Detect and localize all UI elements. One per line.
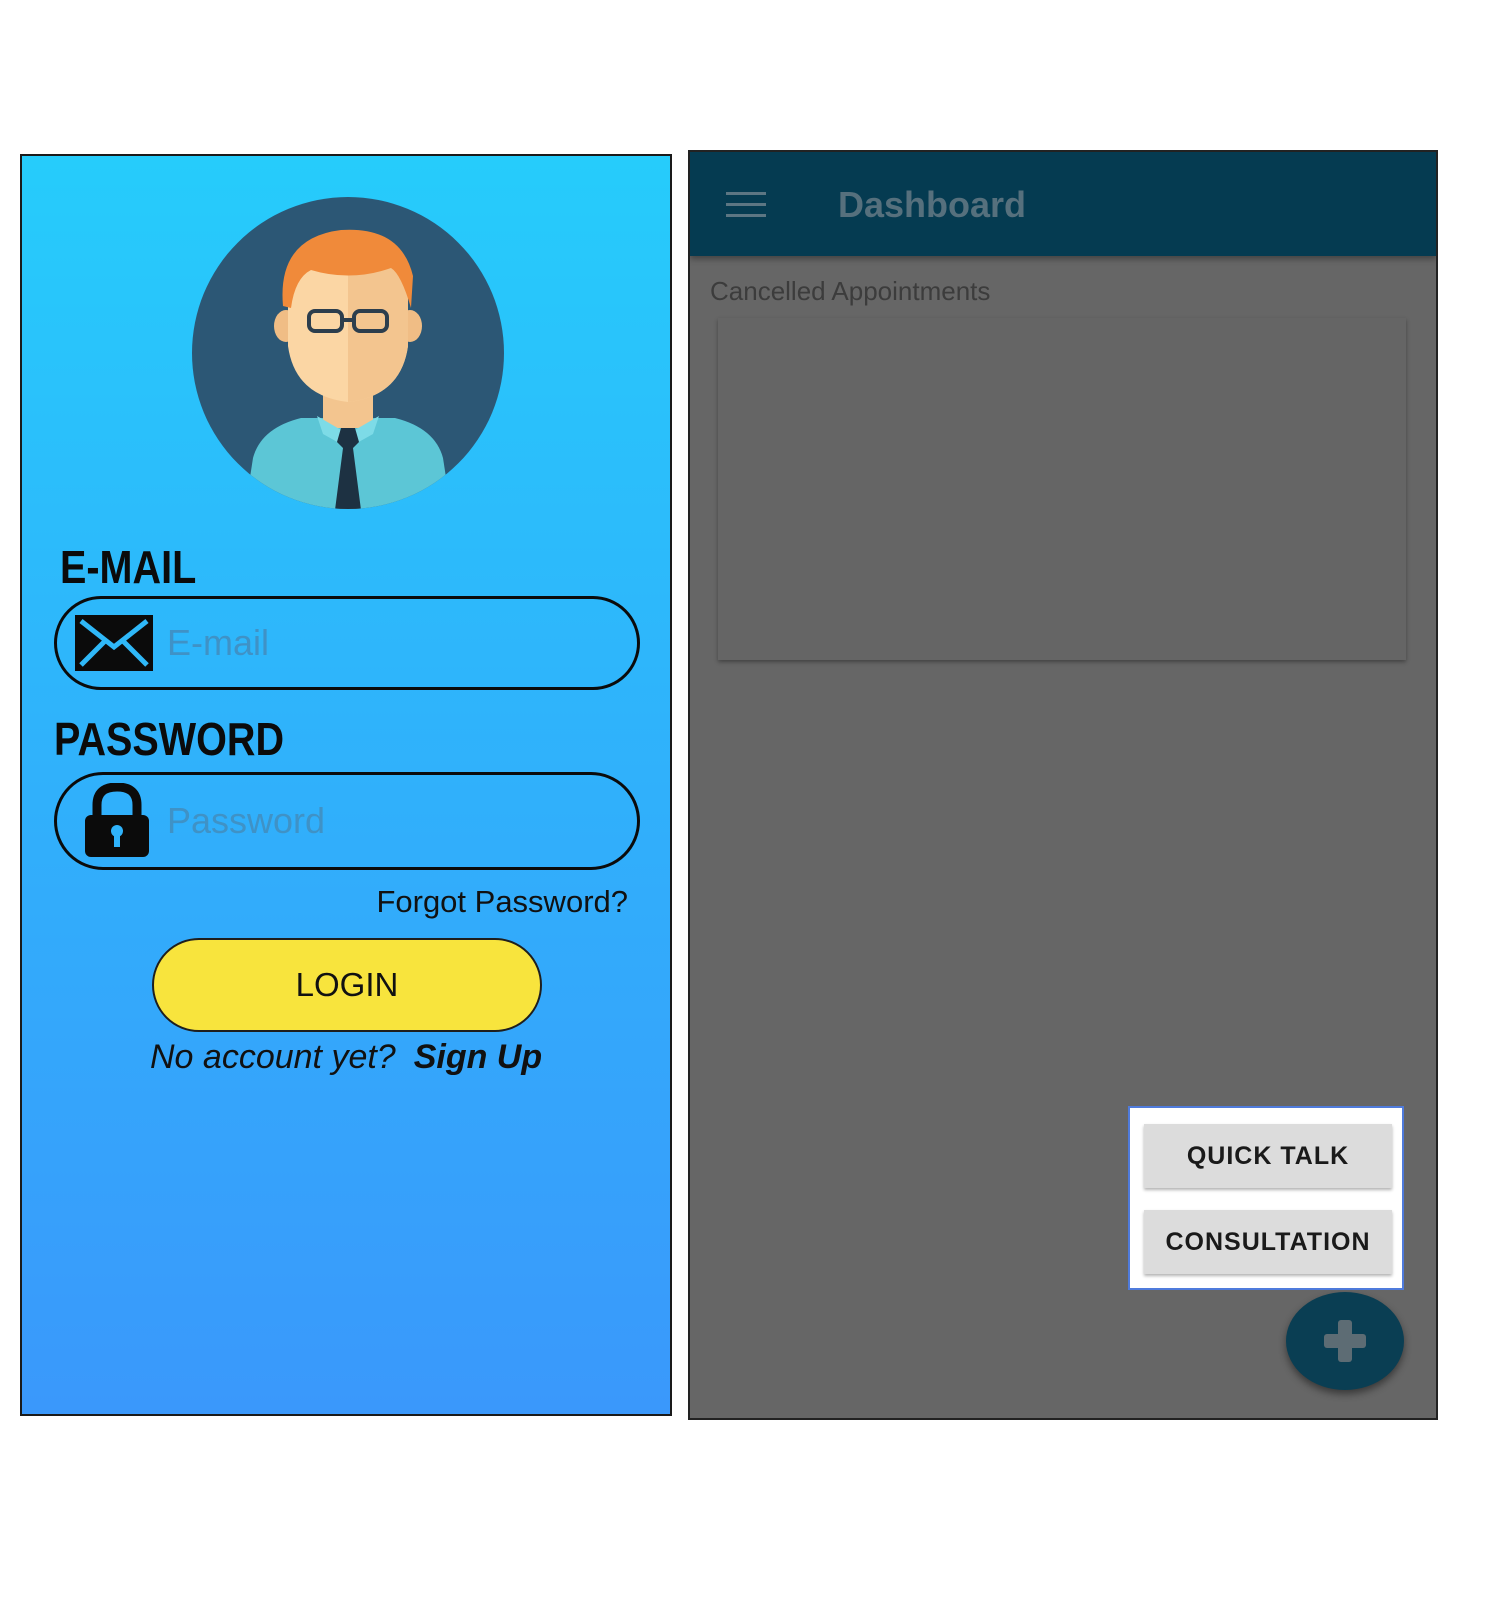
forgot-password-link[interactable]: Forgot Password? [376,884,628,920]
password-field[interactable]: Password [54,772,640,870]
login-button[interactable]: LOGIN [152,938,542,1032]
page-title: Dashboard [838,184,1027,225]
signup-link[interactable]: Sign Up [414,1038,542,1076]
hamburger-menu-icon[interactable] [726,192,766,220]
speed-dial-menu: QUICK TALK CONSULTATION [1128,1106,1404,1290]
email-field[interactable]: E-mail [54,596,640,690]
lock-icon [85,783,149,857]
no-account-text: No account yet? [150,1038,396,1076]
consultation-button[interactable]: CONSULTATION [1144,1210,1392,1274]
email-placeholder: E-mail [167,622,270,663]
app-bar: Dashboard [690,152,1436,256]
password-placeholder: Password [167,800,326,841]
add-fab-button[interactable] [1286,1292,1404,1390]
email-label: E-MAIL [60,541,197,593]
section-title: Cancelled Appointments [710,276,991,306]
quick-talk-button[interactable]: QUICK TALK [1144,1124,1392,1188]
plus-icon [1324,1320,1366,1362]
login-screen: E-MAIL E-mail PASSWORD Password Forgot P… [20,154,672,1416]
user-avatar-icon [192,197,504,509]
dashboard-screen: Dashboard Cancelled Appointments QUICK T… [688,150,1438,1420]
envelope-icon [75,615,153,671]
password-label: PASSWORD [54,713,285,765]
signup-prompt: No account yet? Sign Up [150,1038,542,1077]
cancelled-appointments-card [718,318,1406,660]
